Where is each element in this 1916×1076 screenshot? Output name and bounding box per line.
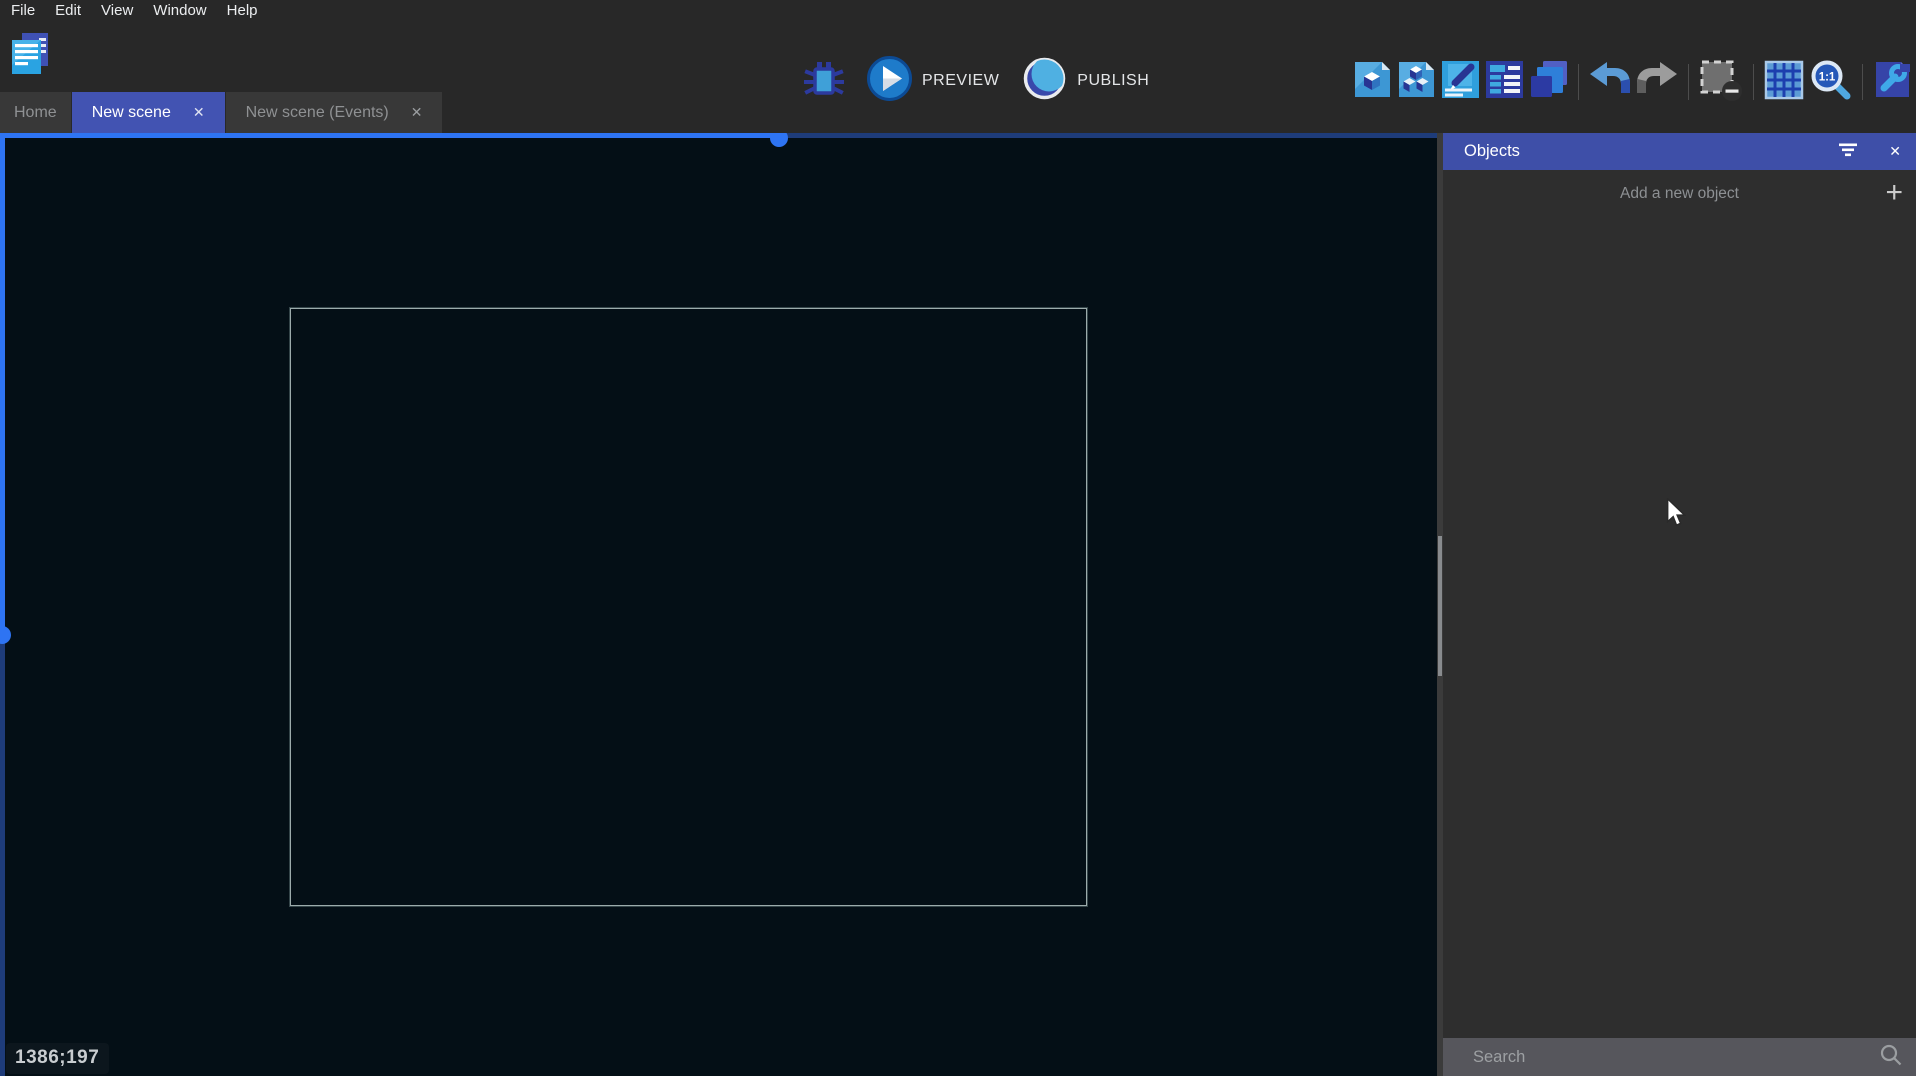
scene-canvas[interactable]: 1386;197	[0, 133, 1437, 1076]
tab-close-icon[interactable]: ✕	[411, 104, 423, 121]
objects-panel-header: Objects ✕	[1443, 133, 1916, 170]
undo-button[interactable]	[1588, 60, 1632, 105]
object-groups-button[interactable]	[1396, 59, 1437, 105]
object-groups-icon	[1396, 59, 1437, 105]
publish-label: PUBLISH	[1077, 72, 1149, 90]
add-new-object-button[interactable]: Add a new object +	[1443, 170, 1916, 217]
project-manager-button[interactable]	[8, 33, 54, 79]
menu-bar: File Edit View Window Help	[0, 0, 1916, 22]
menu-help[interactable]: Help	[217, 0, 268, 22]
instances-list-icon	[1484, 59, 1525, 105]
vertical-scrollbar-thumb[interactable]	[1438, 536, 1442, 676]
properties-button[interactable]	[1440, 59, 1481, 105]
editor-vertical-scrollbar[interactable]	[1437, 133, 1443, 1076]
scene-properties-button[interactable]	[1872, 59, 1913, 105]
properties-pencil-icon	[1440, 59, 1481, 105]
publish-globe-icon	[1021, 55, 1068, 107]
search-input[interactable]	[1473, 1048, 1879, 1067]
debug-icon	[804, 59, 844, 104]
tab-new-scene[interactable]: New scene ✕	[72, 92, 225, 133]
project-manager-icon	[8, 31, 54, 82]
tab-label: New scene (Events)	[246, 104, 389, 122]
filter-button[interactable]	[1838, 142, 1858, 162]
canvas-left-scrollbar[interactable]	[0, 133, 5, 1076]
preview-label: PREVIEW	[922, 72, 999, 90]
cursor-coordinates: 1386;197	[6, 1043, 109, 1074]
preview-button[interactable]: PREVIEW	[866, 55, 999, 107]
menu-edit[interactable]: Edit	[45, 0, 91, 22]
tab-label: Home	[14, 104, 57, 122]
gdevelop-window: File Edit View Window Help	[0, 0, 1916, 1076]
left-scrollbar-thumb[interactable]	[0, 626, 11, 644]
deselect-icon	[1698, 58, 1744, 107]
layers-button[interactable]	[1528, 59, 1569, 105]
menu-file[interactable]: File	[1, 0, 45, 22]
toolbar-separator	[1578, 64, 1579, 100]
menu-view[interactable]: View	[91, 0, 143, 22]
zoom-1-1-icon: 1:1	[1808, 57, 1853, 107]
toolbar-separator	[1688, 64, 1689, 100]
grid-icon	[1763, 59, 1805, 106]
scene-window-frame	[290, 308, 1087, 906]
toolbar-center-group: PREVIEW PUBLISH	[804, 55, 1149, 107]
redo-button[interactable]	[1635, 60, 1679, 105]
tab-close-icon[interactable]: ✕	[193, 104, 205, 121]
toolbar-separator	[1862, 64, 1863, 100]
search-icon	[1879, 1043, 1903, 1072]
layers-icon	[1528, 59, 1569, 105]
toolbar-right-group: 1:1	[1352, 57, 1913, 107]
redo-icon	[1635, 60, 1679, 105]
scene-properties-wrench-icon	[1872, 59, 1913, 105]
zoom-ratio-label: 1:1	[1819, 72, 1836, 84]
debug-button[interactable]	[804, 59, 844, 104]
grid-button[interactable]	[1763, 59, 1805, 106]
deselect-button[interactable]	[1698, 58, 1744, 107]
objects-list-empty[interactable]	[1443, 217, 1916, 1038]
objects-editor-button[interactable]	[1352, 59, 1393, 105]
toolbar: PREVIEW PUBLISH	[0, 22, 1916, 88]
canvas-horizontal-scrollbar[interactable]	[0, 133, 1437, 138]
preview-play-icon	[866, 55, 913, 107]
objects-editor-icon	[1352, 59, 1393, 105]
toolbar-separator	[1753, 64, 1754, 100]
tab-label: New scene	[92, 104, 171, 122]
objects-panel: Objects ✕ Add a new object +	[1443, 133, 1916, 1076]
panel-close-icon[interactable]: ✕	[1889, 143, 1901, 160]
search-bar	[1443, 1038, 1916, 1076]
main-area: 1386;197 Objects ✕	[0, 133, 1916, 1076]
undo-icon	[1588, 60, 1632, 105]
objects-panel-title: Objects	[1464, 142, 1838, 161]
tab-new-scene-events[interactable]: New scene (Events) ✕	[226, 92, 443, 133]
add-new-object-label: Add a new object	[1620, 185, 1739, 203]
filter-icon	[1838, 142, 1858, 162]
zoom-1-1-button[interactable]: 1:1	[1808, 57, 1853, 107]
publish-button[interactable]: PUBLISH	[1021, 55, 1149, 107]
instances-list-button[interactable]	[1484, 59, 1525, 105]
tab-home[interactable]: Home	[0, 92, 71, 133]
menu-window[interactable]: Window	[143, 0, 216, 22]
plus-icon: +	[1885, 177, 1903, 207]
horizontal-scrollbar-thumb[interactable]	[770, 133, 788, 147]
